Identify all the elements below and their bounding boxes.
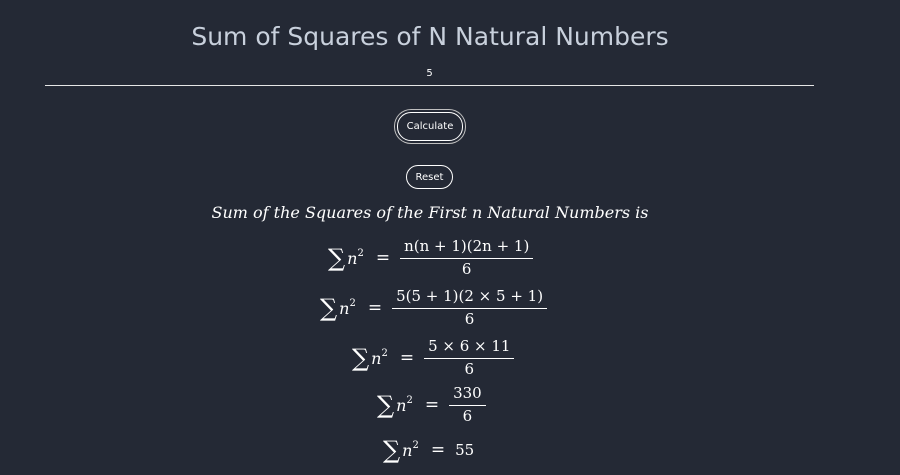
exponent: 2 — [349, 298, 356, 310]
page-title: Sum of Squares of N Natural Numbers — [191, 22, 669, 51]
exponent: 2 — [381, 348, 388, 360]
sum-expression: ∑ n2 — [328, 246, 364, 270]
denominator: 6 — [461, 260, 472, 279]
sum-expression: ∑ n2 — [320, 296, 356, 320]
denominator: 6 — [464, 310, 475, 329]
denominator: 6 — [462, 407, 473, 426]
numerator: 330 — [449, 384, 486, 407]
formula-step-1: ∑ n2 = n(n + 1)(2n + 1) 6 — [328, 237, 534, 279]
equals-sign: = — [424, 395, 440, 416]
formula-step-4: ∑ n2 = 330 6 — [377, 384, 486, 426]
numerator: n(n + 1)(2n + 1) — [400, 237, 534, 260]
equals-sign: = — [375, 248, 391, 269]
formula-result: ∑ n2 = 55 — [383, 438, 474, 462]
final-result: 55 — [455, 441, 475, 459]
sum-expression: ∑ n2 — [383, 438, 419, 462]
equals-sign: = — [367, 298, 383, 319]
fraction: 5(5 + 1)(2 × 5 + 1) 6 — [392, 287, 548, 329]
n-variable: n2 — [402, 440, 419, 460]
sigma-symbol: ∑ — [328, 244, 346, 273]
calculate-button[interactable]: Calculate — [397, 112, 463, 141]
n-variable: n2 — [396, 395, 413, 416]
fraction: 5 × 6 × 11 6 — [424, 337, 515, 379]
numerator: 5 × 6 × 11 — [424, 337, 515, 360]
n-variable: n2 — [339, 298, 356, 319]
sigma-symbol: ∑ — [383, 436, 401, 464]
sigma-symbol: ∑ — [377, 391, 395, 420]
result-heading: Sum of the Squares of the First n Natura… — [211, 203, 649, 222]
fraction: n(n + 1)(2n + 1) 6 — [400, 237, 534, 279]
denominator: 6 — [464, 360, 475, 379]
exponent: 2 — [412, 440, 419, 451]
sigma-symbol: ∑ — [320, 294, 338, 323]
sigma-symbol: ∑ — [352, 344, 370, 373]
formula-step-2: ∑ n2 = 5(5 + 1)(2 × 5 + 1) 6 — [320, 287, 548, 329]
number-input[interactable] — [45, 62, 814, 86]
equals-sign: = — [430, 440, 446, 460]
exponent: 2 — [406, 395, 413, 407]
n-variable: n2 — [347, 248, 364, 269]
sum-expression: ∑ n2 — [352, 346, 388, 370]
formula-step-3: ∑ n2 = 5 × 6 × 11 6 — [352, 337, 515, 379]
fraction: 330 6 — [449, 384, 486, 426]
n-variable: n2 — [371, 348, 388, 369]
numerator: 5(5 + 1)(2 × 5 + 1) — [392, 287, 548, 310]
equals-sign: = — [399, 348, 415, 369]
reset-button[interactable]: Reset — [406, 165, 453, 189]
sum-expression: ∑ n2 — [377, 393, 413, 417]
calculator-page: Sum of Squares of N Natural Numbers Calc… — [0, 0, 900, 475]
exponent: 2 — [357, 248, 364, 260]
